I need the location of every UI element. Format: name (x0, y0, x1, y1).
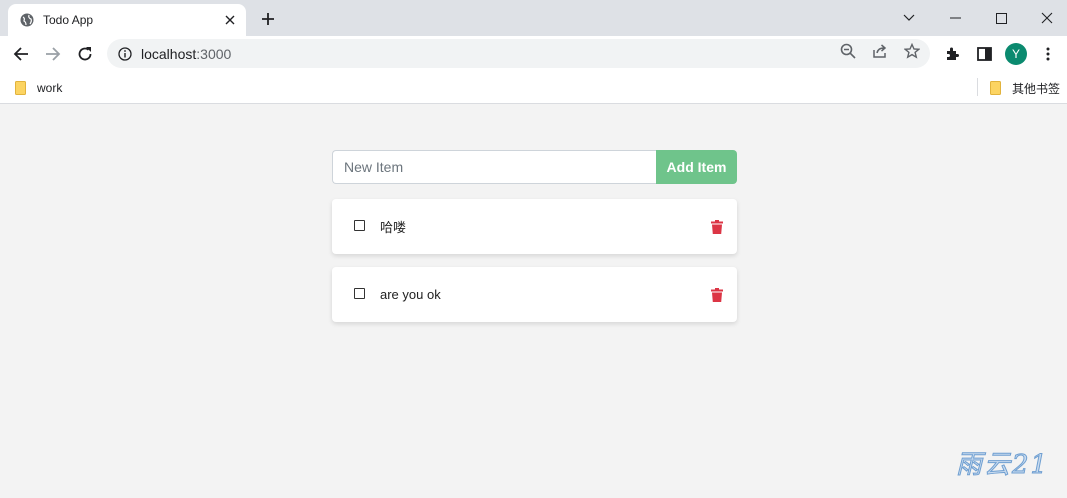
window-close-icon[interactable] (1024, 0, 1067, 36)
bookmark-other[interactable]: 其他书签 (990, 78, 1060, 98)
bookmark-label: 其他书签 (1012, 81, 1061, 96)
reload-icon[interactable] (71, 40, 99, 68)
star-icon[interactable] (903, 42, 921, 60)
todo-checkbox[interactable] (354, 288, 365, 299)
bookmarks-divider (977, 78, 978, 96)
browser-toolbar: localhost:3000 Y (0, 36, 1067, 72)
tab-search-chevron-icon[interactable] (886, 0, 932, 36)
add-item-form: Add Item (332, 150, 737, 184)
address-bar[interactable]: localhost:3000 (107, 39, 930, 68)
watermark-logo: 雨云21 (955, 450, 1050, 481)
menu-icon[interactable] (1035, 41, 1061, 67)
todo-item: are you ok (332, 267, 737, 322)
bookmark-work[interactable]: work (15, 78, 62, 98)
share-icon[interactable] (871, 42, 889, 60)
url-port: :3000 (196, 45, 232, 62)
trash-icon[interactable] (711, 219, 723, 234)
minimize-icon[interactable] (932, 0, 978, 36)
trash-icon[interactable] (711, 287, 723, 302)
tab-title: Todo App (43, 13, 94, 27)
back-icon[interactable] (7, 40, 35, 68)
maximize-icon[interactable] (978, 0, 1024, 36)
avatar: Y (1005, 43, 1027, 65)
extensions-icon[interactable] (939, 41, 965, 67)
todo-checkbox[interactable] (354, 220, 365, 231)
profile-avatar[interactable]: Y (1003, 41, 1029, 67)
info-icon[interactable] (118, 46, 132, 61)
add-item-button[interactable]: Add Item (656, 150, 737, 184)
todo-text: 哈喽 (380, 220, 407, 235)
todo-app-page: Add Item 哈喽 are you ok (0, 105, 1067, 498)
new-item-input[interactable] (332, 150, 656, 184)
plus-icon[interactable] (258, 9, 278, 29)
close-icon[interactable] (222, 12, 238, 28)
todo-text: are you ok (380, 287, 441, 302)
browser-tab[interactable]: Todo App (8, 4, 246, 36)
folder-icon (990, 81, 1001, 95)
forward-icon[interactable] (39, 40, 67, 68)
todo-item: 哈喽 (332, 199, 737, 254)
side-panel-icon[interactable] (971, 41, 997, 67)
zoom-out-icon[interactable] (839, 42, 857, 60)
tab-strip: Todo App (0, 0, 1067, 36)
url-text: localhost:3000 (141, 46, 231, 62)
globe-icon (20, 13, 34, 27)
bookmarks-bar: work 其他书签 (0, 72, 1067, 104)
folder-icon (15, 81, 26, 95)
url-host: localhost (141, 45, 197, 62)
bookmark-label: work (37, 81, 63, 95)
